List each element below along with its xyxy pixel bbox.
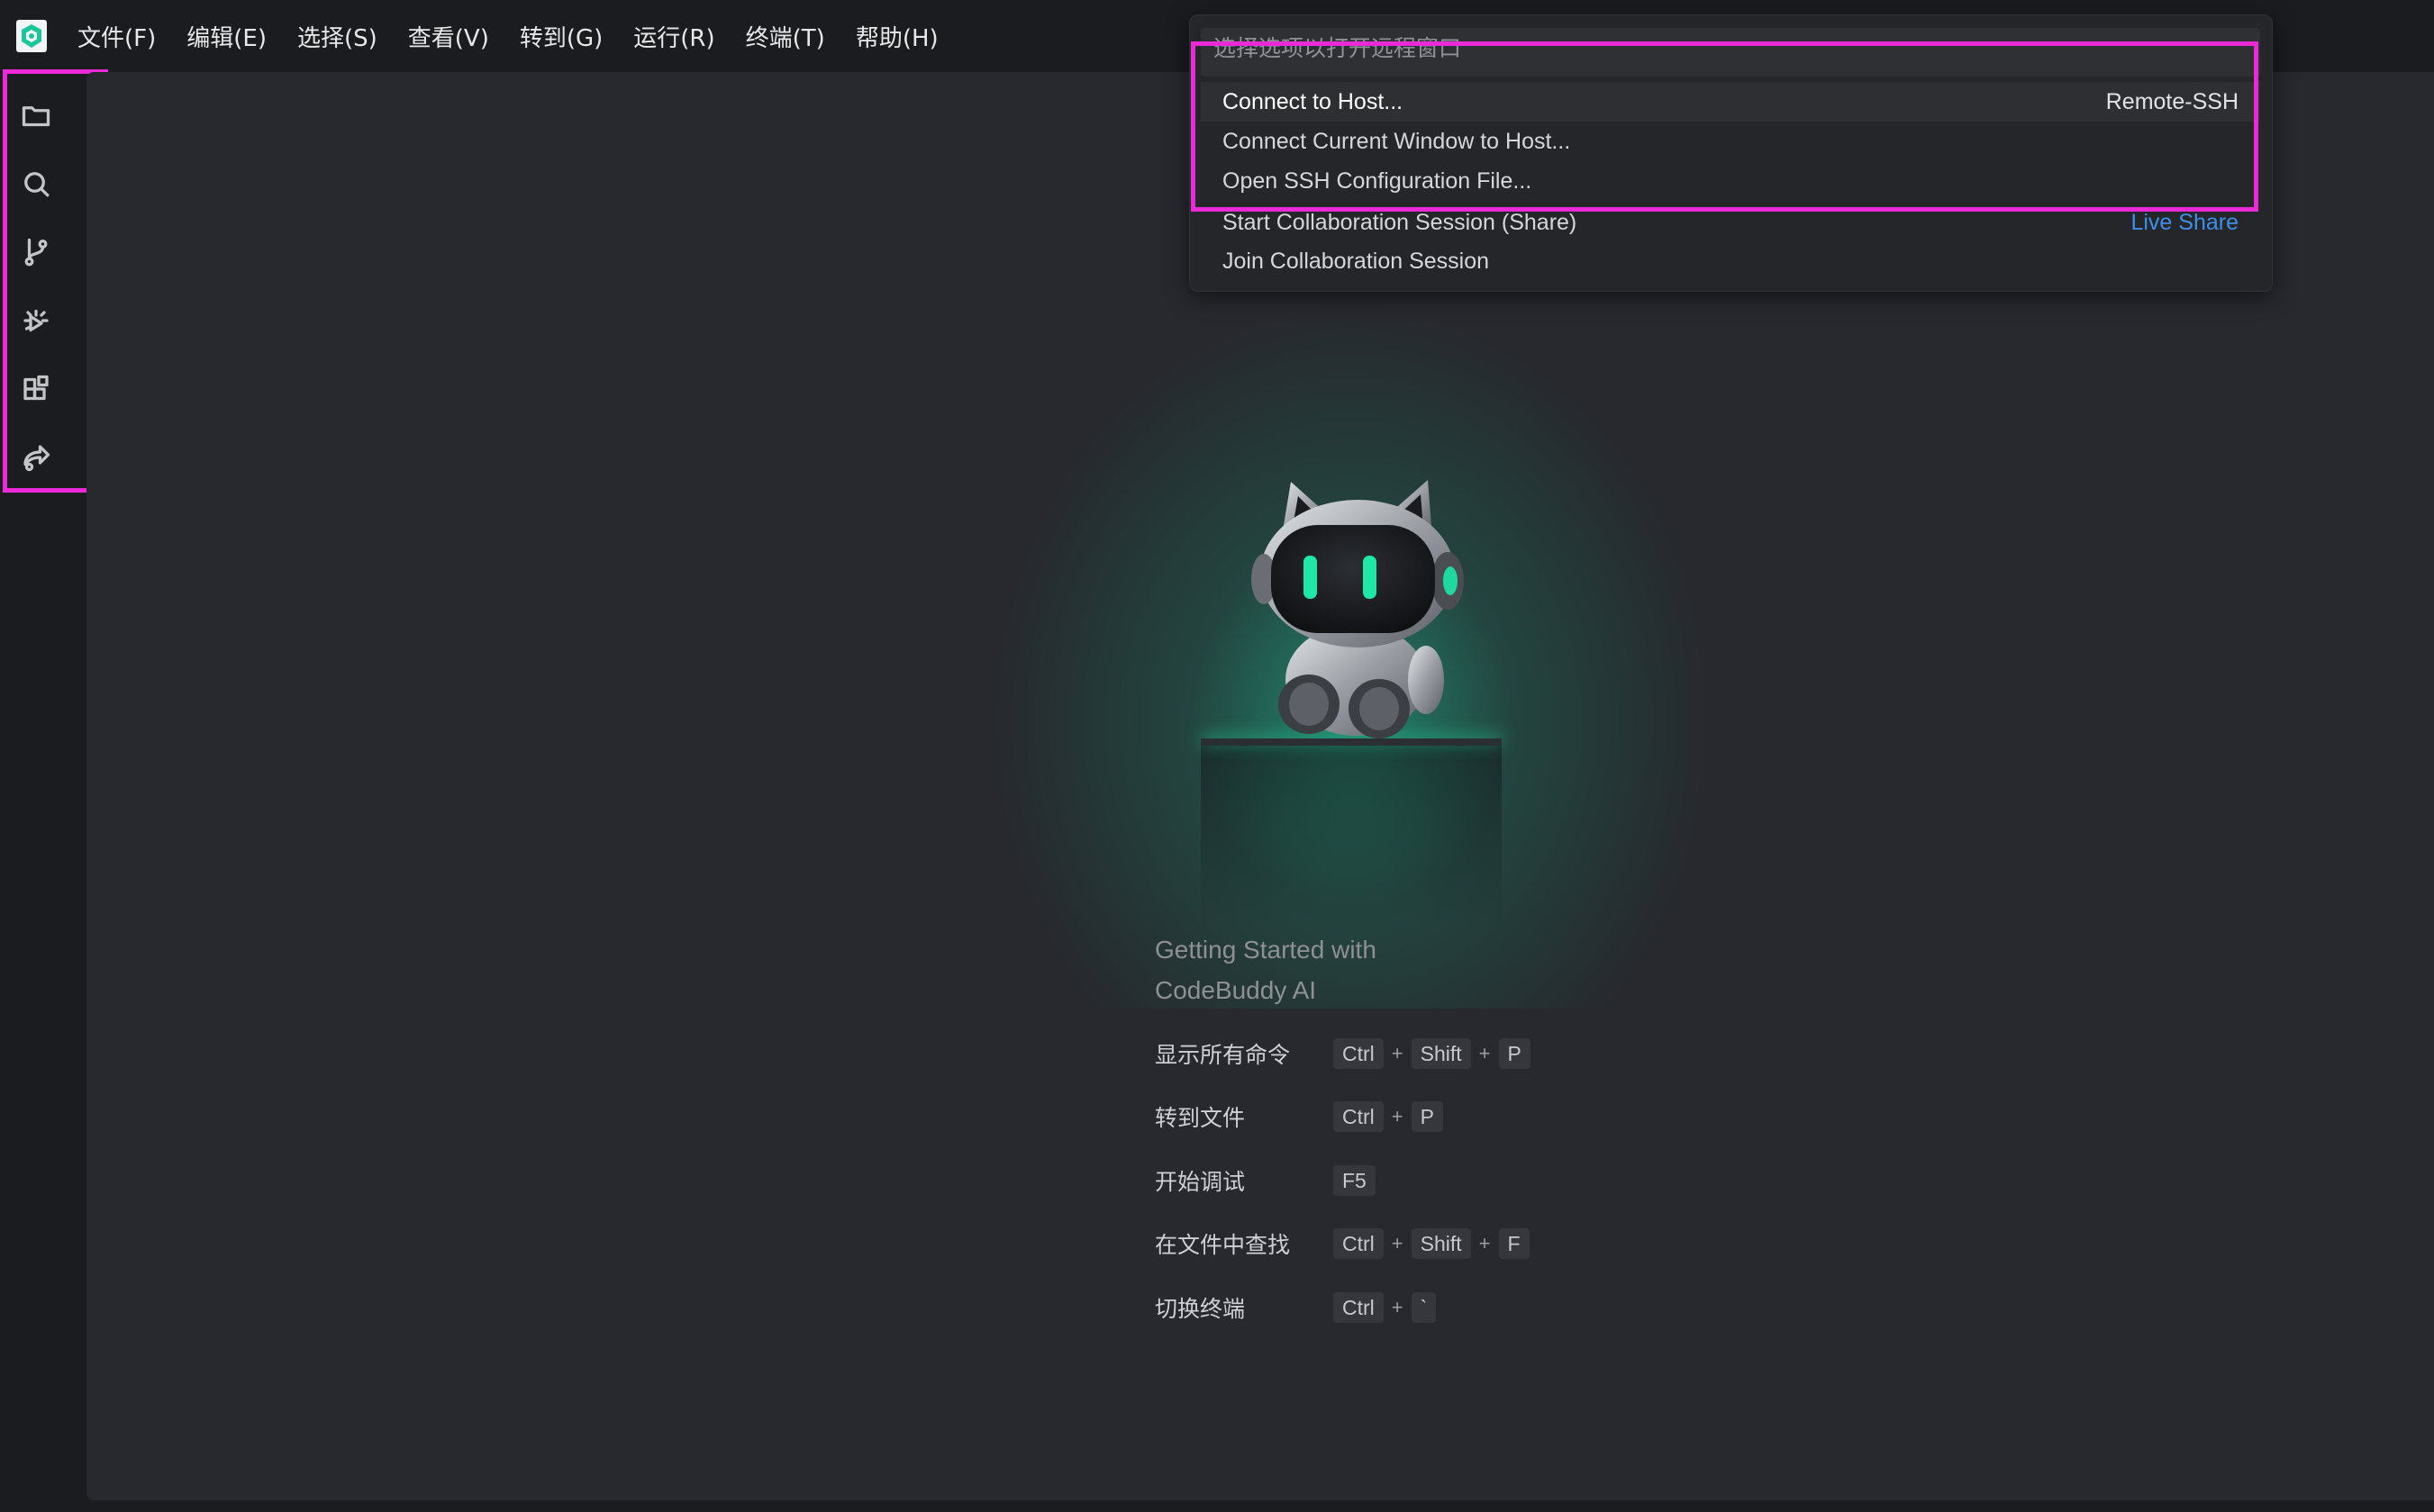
shortcut-toggle-terminal[interactable]: 切换终端 Ctrl + ` <box>1155 1290 1437 1326</box>
key-cap: ` <box>1411 1292 1437 1323</box>
key-cap: P <box>1498 1038 1530 1069</box>
menu-terminal[interactable]: 终端(T) <box>746 20 825 53</box>
source-control-button[interactable] <box>18 234 54 270</box>
debug-icon <box>23 309 49 332</box>
key-cap: Ctrl <box>1333 1228 1384 1259</box>
key-cap: Ctrl <box>1333 1292 1384 1323</box>
key-cap: P <box>1411 1101 1443 1132</box>
shortcut-label: 显示所有命令 <box>1155 1042 1291 1068</box>
shortcut-label: 转到文件 <box>1155 1105 1246 1131</box>
option-label: Connect Current Window to Host... <box>1222 128 1571 154</box>
shortcut-show-all-commands[interactable]: 显示所有命令 Ctrl + Shift + P <box>1155 1036 1530 1072</box>
shortcut-label: 开始调试 <box>1155 1169 1246 1195</box>
codebuddy-logo-icon <box>16 20 47 52</box>
source-control-icon <box>24 238 48 267</box>
option-detail-link[interactable]: Live Share <box>2130 210 2239 236</box>
key-cap: F <box>1498 1228 1530 1259</box>
key-cap: Shift <box>1411 1038 1471 1069</box>
activity-bar <box>0 72 86 1512</box>
remote-share-button[interactable] <box>18 439 54 475</box>
quick-pick-input[interactable]: 选择选项以打开远程窗口 <box>1201 28 2260 77</box>
option-start-collaboration[interactable]: Start Collaboration Session (Share) Live… <box>1201 203 2260 242</box>
option-join-collaboration[interactable]: Join Collaboration Session <box>1201 241 2260 281</box>
debug-button[interactable] <box>18 303 54 339</box>
shortcut-find-in-files[interactable]: 在文件中查找 Ctrl + Shift + F <box>1155 1226 1530 1262</box>
menu-view[interactable]: 查看(V) <box>408 20 489 53</box>
option-label: Connect to Host... <box>1222 88 1403 114</box>
menu-selection[interactable]: 选择(S) <box>297 20 377 53</box>
key-cap: Ctrl <box>1333 1038 1384 1069</box>
option-connect-current-window[interactable]: Connect Current Window to Host... <box>1201 122 2260 161</box>
option-label: Join Collaboration Session <box>1222 248 1490 274</box>
search-button[interactable] <box>18 166 54 202</box>
shortcut-start-debugging[interactable]: 开始调试 F5 <box>1155 1163 1376 1199</box>
menu-help[interactable]: 帮助(H) <box>856 20 939 53</box>
plus-sign: + <box>1478 1232 1491 1254</box>
codebuddy-mascot-image <box>1251 480 1464 738</box>
plus-sign: + <box>1391 1042 1403 1064</box>
extensions-button[interactable] <box>18 371 54 407</box>
folder-icon <box>22 106 50 127</box>
menu-file[interactable]: 文件(F) <box>77 20 156 53</box>
welcome-title: Getting Started with CodeBuddy AI <box>1155 936 1376 1004</box>
key-cap: Ctrl <box>1333 1101 1384 1132</box>
option-detail: Remote-SSH <box>2105 88 2239 114</box>
key-cap: Shift <box>1411 1228 1471 1259</box>
menu-edit[interactable]: 编辑(E) <box>186 20 267 53</box>
plus-sign: + <box>1391 1232 1403 1254</box>
app-window: 文件(F) 编辑(E) 选择(S) 查看(V) 转到(G) 运行(R) 终端(T… <box>0 0 2434 1512</box>
remote-quick-pick: 选择选项以打开远程窗口 Connect to Host... Remote-SS… <box>1189 14 2273 292</box>
option-label: Open SSH Configuration File... <box>1222 167 1532 194</box>
plus-sign: + <box>1391 1296 1403 1318</box>
option-open-ssh-config[interactable]: Open SSH Configuration File... <box>1201 161 2260 201</box>
option-connect-to-host[interactable]: Connect to Host... Remote-SSH <box>1201 82 2260 122</box>
extensions-icon <box>23 375 49 401</box>
remote-share-icon <box>23 445 50 472</box>
shortcut-label: 切换终端 <box>1155 1296 1246 1322</box>
shortcut-go-to-file[interactable]: 转到文件 Ctrl + P <box>1155 1099 1443 1135</box>
explorer-button[interactable] <box>18 97 54 133</box>
shortcut-label: 在文件中查找 <box>1155 1232 1291 1258</box>
menu-run[interactable]: 运行(R) <box>633 20 714 53</box>
plus-sign: + <box>1478 1042 1491 1064</box>
key-cap: F5 <box>1333 1165 1376 1196</box>
shelf-shadow <box>1201 746 1502 926</box>
option-label: Start Collaboration Session (Share) <box>1222 209 1577 235</box>
plus-sign: + <box>1391 1105 1403 1127</box>
menu-go[interactable]: 转到(G) <box>520 20 603 53</box>
menu-bar: 文件(F) 编辑(E) 选择(S) 查看(V) 转到(G) 运行(R) 终端(T… <box>77 0 969 72</box>
search-icon <box>24 172 50 197</box>
